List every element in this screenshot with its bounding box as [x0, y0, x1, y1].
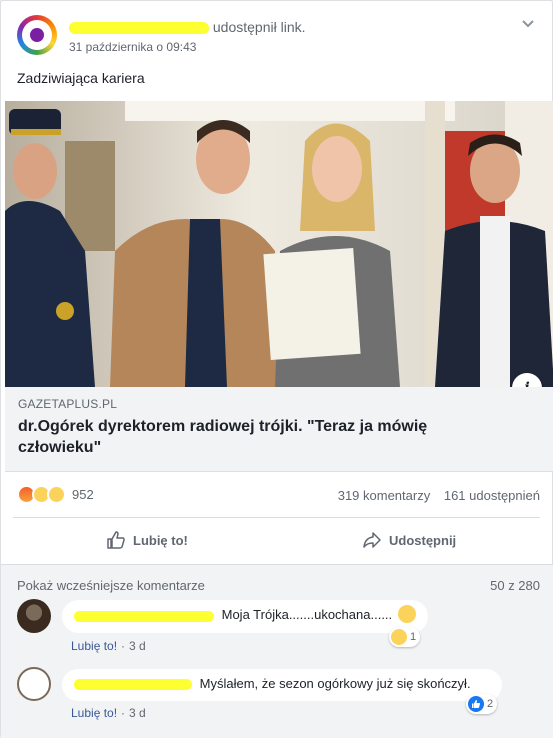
comments-count[interactable]: 319 komentarzy	[338, 488, 431, 503]
share-button[interactable]: Udostępnij	[362, 530, 456, 550]
link-preview-image[interactable]	[5, 101, 553, 387]
reaction-count: 952	[72, 487, 94, 502]
post-card: udostępnił link. 31 października o 09:43…	[0, 0, 553, 738]
comment-age[interactable]: 3 d	[129, 706, 146, 720]
chevron-down-icon[interactable]	[520, 15, 536, 31]
thumbs-up-icon	[107, 531, 125, 549]
comment-reaction-count: 1	[410, 631, 417, 643]
author-line: udostępnił link.	[69, 19, 306, 35]
link-title[interactable]: dr.Ogórek dyrektorem radiowej trójki. "T…	[18, 416, 498, 458]
comment-meta: Lubię to! · 3 d	[71, 706, 146, 720]
comment-text: Moja Trójka.......ukochana......	[221, 607, 393, 623]
comment-text: Myślałem, że sezon ogórkowy już się skoń…	[199, 676, 471, 691]
comment-like-link[interactable]: Lubię to!	[71, 639, 117, 653]
comment-reactions[interactable]: 1	[389, 627, 421, 647]
author-action: udostępnił link.	[212, 19, 306, 35]
commenter-name-redacted[interactable]	[74, 679, 192, 691]
sad-emoji-icon	[47, 485, 66, 504]
reaction-summary[interactable]: 952	[17, 485, 94, 504]
post-text: Zadziwiająca kariera	[17, 70, 145, 86]
comment-meta: Lubię to! · 3 d	[71, 639, 146, 653]
crying-emoji-icon	[397, 605, 416, 623]
comment-reaction-count: 2	[487, 698, 494, 710]
commenter-name-redacted[interactable]	[74, 610, 214, 622]
comment-bubble: Moja Trójka.......ukochana......	[62, 600, 428, 633]
like-icon	[468, 696, 484, 712]
commenter-avatar[interactable]	[17, 667, 51, 701]
like-button-label: Lubię to!	[133, 532, 188, 548]
share-button-label: Udostępnij	[389, 532, 457, 548]
like-button[interactable]: Lubię to!	[106, 530, 188, 550]
comment-like-link[interactable]: Lubię to!	[71, 706, 117, 720]
comment-age[interactable]: 3 d	[129, 639, 146, 653]
shares-count[interactable]: 161 udostępnień	[444, 488, 540, 503]
author-avatar[interactable]	[17, 15, 57, 55]
comment-reactions[interactable]: 2	[466, 694, 498, 714]
comments-counter: 50 z 280	[490, 578, 540, 593]
link-preview[interactable]: GAZETAPLUS.PL dr.Ogórek dyrektorem radio…	[5, 387, 553, 472]
sad-emoji-icon	[391, 629, 407, 645]
commenter-avatar[interactable]	[17, 599, 51, 633]
link-domain: GAZETAPLUS.PL	[18, 397, 118, 411]
engagement-counts: 319 komentarzy 161 udostępnień	[338, 488, 540, 503]
author-name-redacted[interactable]	[69, 22, 209, 35]
post-timestamp[interactable]: 31 października o 09:43	[69, 40, 196, 54]
divider	[13, 517, 540, 518]
comment-bubble: Myślałem, że sezon ogórkowy już się skoń…	[62, 669, 502, 701]
share-arrow-icon	[363, 532, 381, 548]
show-previous-comments-link[interactable]: Pokaż wcześniejsze komentarze	[17, 578, 205, 593]
